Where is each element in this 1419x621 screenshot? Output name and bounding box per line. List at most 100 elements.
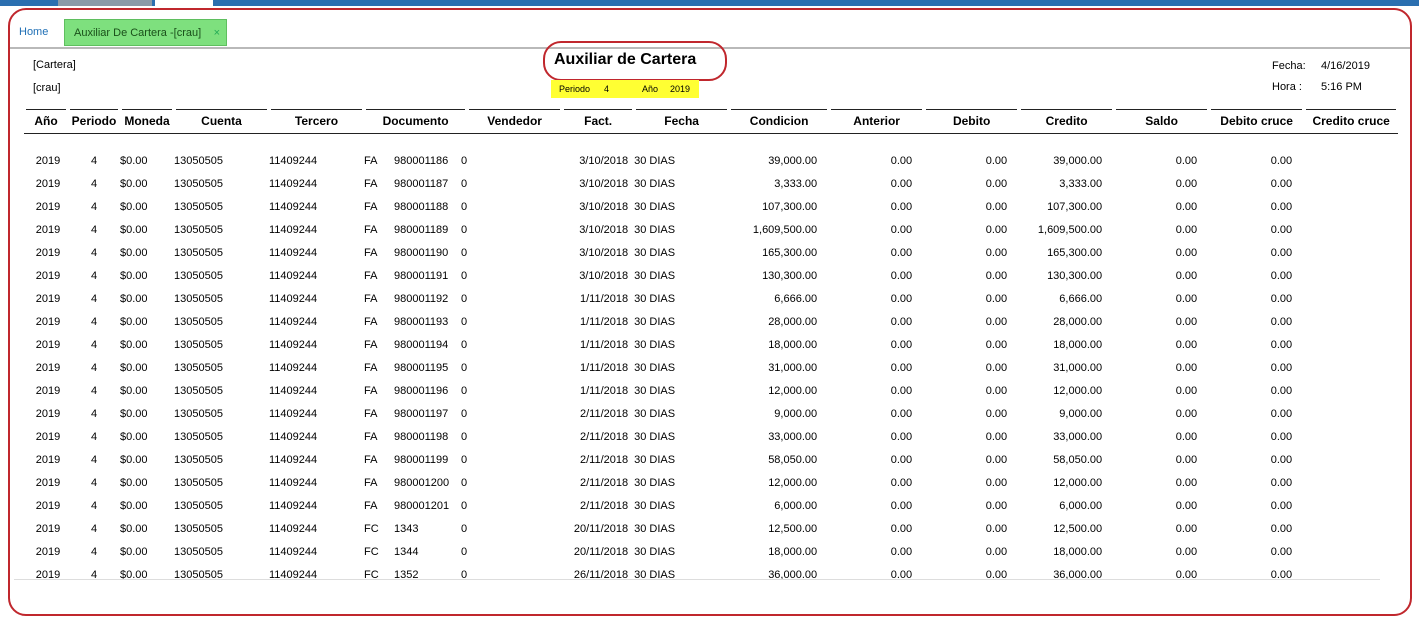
tab-auxiliar-cartera[interactable]: Auxiliar De Cartera -[crau] × [64,19,227,46]
cell-periodo: 4 [90,430,98,443]
cell-doc-numero: 980001186 [394,154,449,167]
table-row: 2019 4 $0.00 13050505 11409244 FA 980001200 0 2/… [24,471,1398,494]
cell-cuenta: 13050505 [174,338,223,351]
cell-debito: 0.00 [890,177,913,190]
cell-periodo: 4 [90,453,98,466]
cell-fact [467,287,562,310]
cell-saldo: 31,000.00 [1053,361,1103,374]
cell-credito-cruce: 0.00 [1270,177,1293,190]
cell-tercero: 11409244 [269,292,318,305]
cell-tercero: 11409244 [269,407,318,420]
cell-debito: 0.00 [890,246,913,259]
cell-vendedor: 0 [461,522,468,535]
cell-credito: 0.00 [985,292,1008,305]
cell-fecha: 3/10/2018 [579,246,629,259]
cell-moneda: $0.00 [120,361,148,374]
cell-debito: 0.00 [890,384,913,397]
cell-fecha: 26/11/2018 [573,568,629,581]
cell-debito-cruce: 0.00 [1175,407,1198,420]
cell-periodo: 4 [90,568,98,581]
cell-tercero: 11409244 [269,499,318,512]
cell-doc-tipo: FA [364,430,378,443]
cell-debito: 0.00 [890,522,913,535]
cell-tercero: 11409244 [269,430,318,443]
report-panel: [Cartera] [crau] Auxiliar de Cartera Per… [10,41,1410,581]
cell-doc-tipo: FA [364,177,378,190]
cell-cuenta: 13050505 [174,223,223,236]
top-bar [0,0,1419,6]
cell-vendedor: 0 [461,315,468,328]
cell-condicion: 30 DIAS [634,430,676,443]
cell-condicion: 30 DIAS [634,522,676,535]
cell-credito-cruce: 0.00 [1270,453,1293,466]
cell-fact [467,448,562,471]
cell-cuenta: 13050505 [174,453,223,466]
cell-anterior: 107,300.00 [762,200,818,213]
close-icon[interactable]: × [214,20,220,47]
cell-condicion: 30 DIAS [634,384,676,397]
cell-fact [467,218,562,241]
cell-credito-cruce: 0.00 [1270,361,1293,374]
cell-fact [467,333,562,356]
cell-periodo: 4 [90,200,98,213]
cell-condicion: 30 DIAS [634,545,676,558]
col-fact: Fact. [562,109,635,134]
cell-doc-numero: 980001197 [394,407,449,420]
cell-vendedor: 0 [461,223,468,236]
cell-debito-cruce: 0.00 [1175,545,1198,558]
cell-moneda: $0.00 [120,223,148,236]
cell-vendedor: 0 [461,361,468,374]
cell-moneda: $0.00 [120,269,148,282]
cell-fact [467,264,562,287]
cell-fecha: 20/11/2018 [573,522,629,535]
periodo-label: Periodo [559,84,591,94]
cell-doc-numero: 980001195 [394,361,449,374]
cell-debito-cruce: 0.00 [1175,177,1198,190]
cell-vendedor: 0 [461,430,468,443]
cell-tercero: 11409244 [269,269,318,282]
cell-doc-tipo: FA [364,223,378,236]
cell-saldo: 18,000.00 [1053,545,1103,558]
cell-anio: 2019 [35,476,61,489]
cell-saldo: 18,000.00 [1053,338,1103,351]
cell-cuenta: 13050505 [174,407,223,420]
cell-anterior: 58,050.00 [768,453,818,466]
table-row: 2019 4 $0.00 13050505 11409244 FA 980001197 0 2/… [24,402,1398,425]
table-row: 2019 4 $0.00 13050505 11409244 FA 980001187 0 3/… [24,172,1398,195]
page-title: Auxiliar de Cartera [554,51,697,68]
cell-anterior: 6,000.00 [774,499,818,512]
cell-tercero: 11409244 [269,200,318,213]
cell-fecha: 3/10/2018 [579,154,629,167]
cell-vendedor: 0 [461,246,468,259]
cell-credito: 0.00 [985,476,1008,489]
cell-doc-numero: 980001193 [394,315,449,328]
cell-debito: 0.00 [890,499,913,512]
cell-anterior: 1,609,500.00 [752,223,818,236]
cell-debito-cruce: 0.00 [1175,200,1198,213]
cell-saldo: 107,300.00 [1047,200,1103,213]
cell-periodo: 4 [90,338,98,351]
cell-credito: 0.00 [985,499,1008,512]
cell-debito-cruce: 0.00 [1175,522,1198,535]
cell-periodo: 4 [90,361,98,374]
cell-tercero: 11409244 [269,384,318,397]
tab-home[interactable]: Home [10,19,57,46]
cell-debito: 0.00 [890,453,913,466]
cell-debito: 0.00 [890,315,913,328]
cell-fecha: 2/11/2018 [580,430,629,443]
cell-doc-numero: 980001196 [394,384,449,397]
cell-moneda: $0.00 [120,453,148,466]
cell-vendedor: 0 [461,499,468,512]
cell-moneda: $0.00 [120,522,148,535]
cell-tercero: 11409244 [269,361,318,374]
cell-debito: 0.00 [890,292,913,305]
cell-fact [467,172,562,195]
cell-anio: 2019 [35,453,61,466]
cell-credito-cruce: 0.00 [1270,430,1293,443]
cell-credito: 0.00 [985,177,1008,190]
cell-doc-numero: 980001190 [394,246,449,259]
table-bottom-rule [14,579,1380,580]
cell-debito: 0.00 [890,361,913,374]
periodo-value: 4 [604,84,610,94]
cell-anio: 2019 [35,154,61,167]
